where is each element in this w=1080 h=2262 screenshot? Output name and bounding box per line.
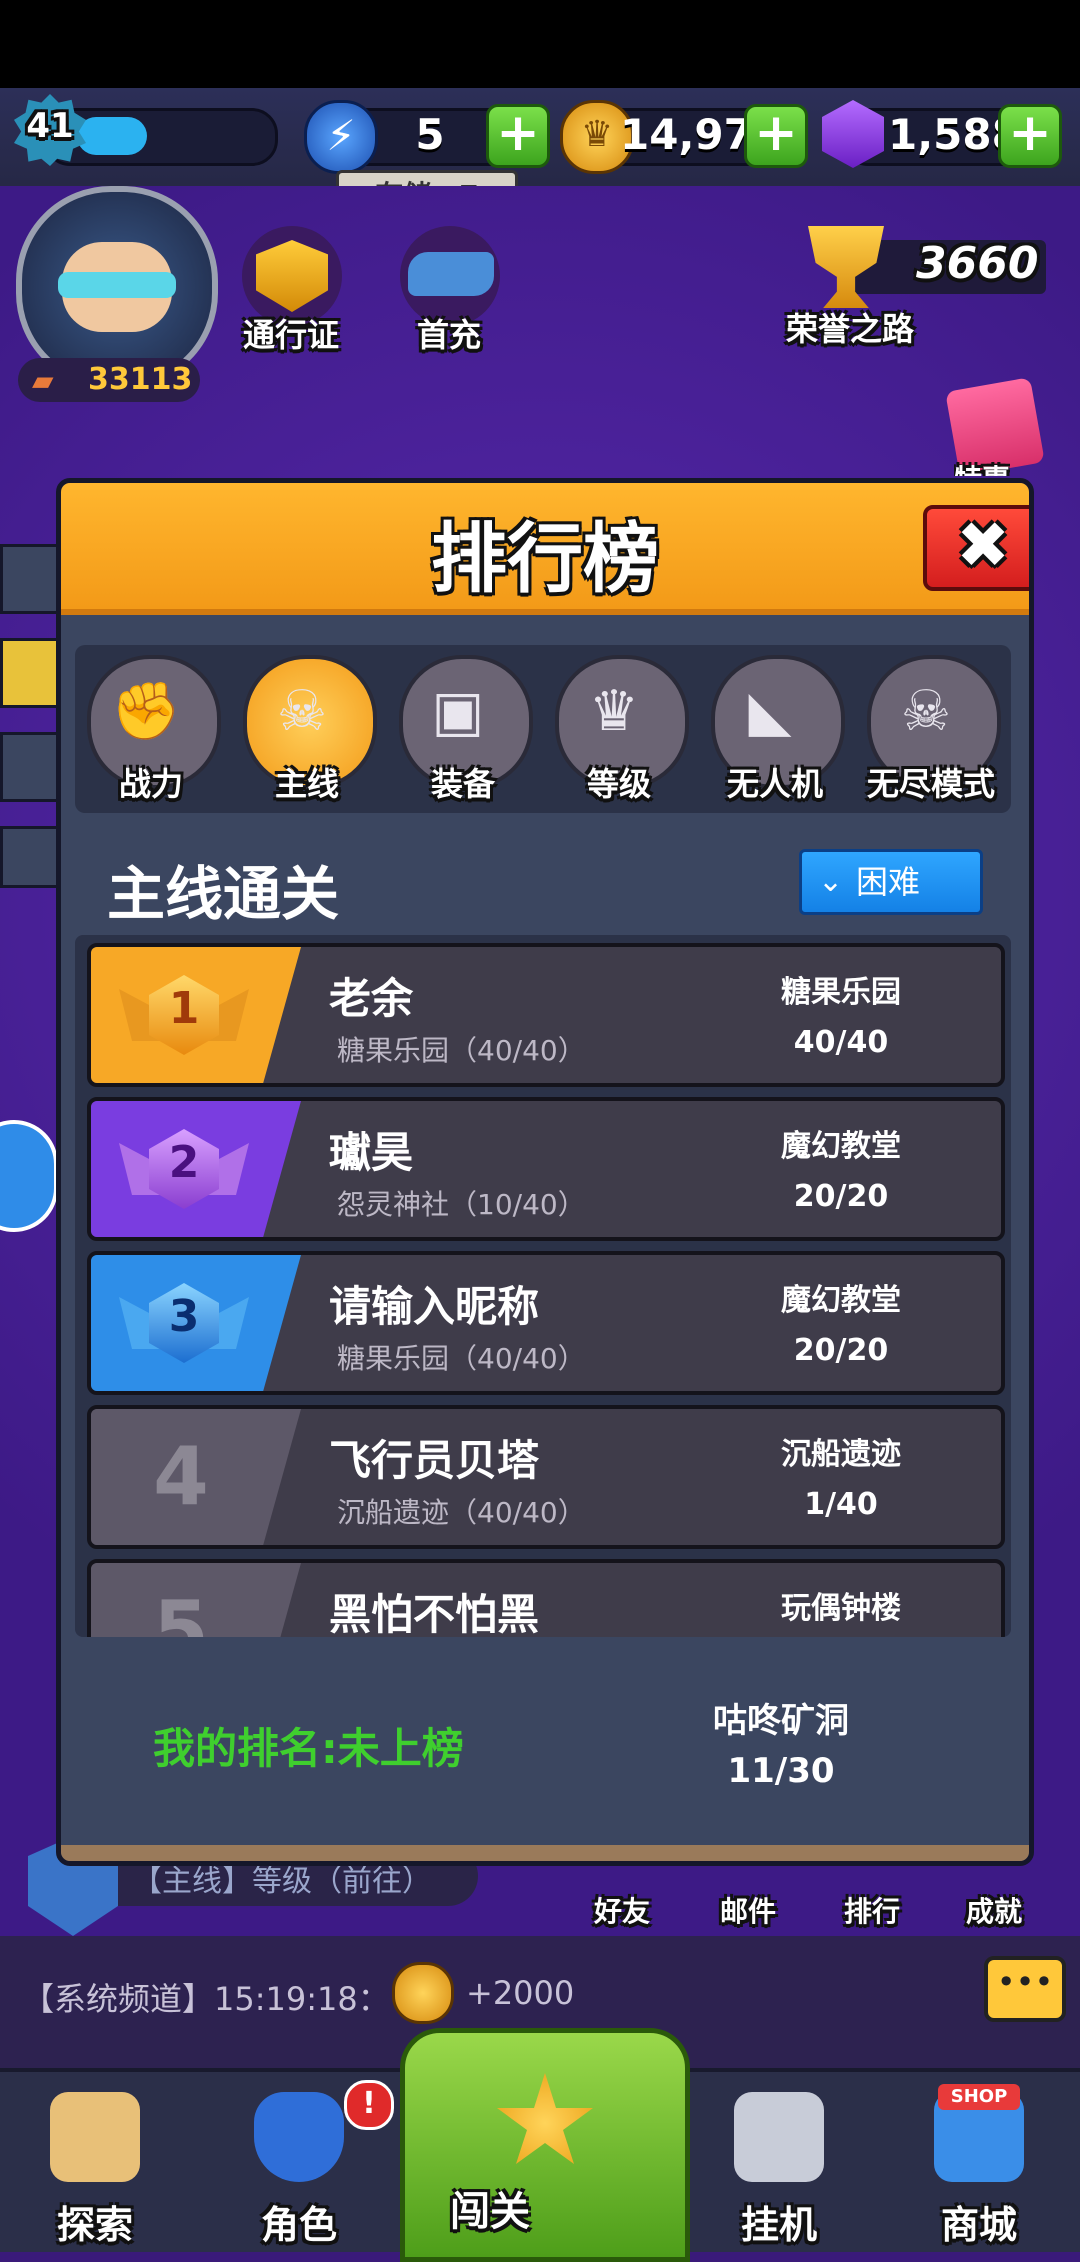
fist-icon: ✊	[111, 679, 181, 744]
horned-skull-icon: ☠	[900, 679, 952, 744]
wing-icon: ◣	[748, 679, 792, 744]
rank-label[interactable]: 排行	[844, 1890, 900, 1930]
power-pill: ▰ 33113	[18, 358, 200, 402]
power-value: 33113	[88, 362, 193, 397]
player-progress: 怨灵神社（10/40）	[337, 1188, 586, 1221]
stage-name: 玩偶钟楼	[781, 1591, 901, 1626]
difficulty-dropdown[interactable]: ⌄ 困难	[799, 849, 983, 915]
player-name: 飞行员贝塔	[329, 1436, 540, 1485]
difficulty-value: 困难	[856, 863, 921, 901]
map-icon	[50, 2092, 140, 2182]
stage-score: 20/20	[793, 1179, 889, 1214]
trophy-value: 3660	[916, 238, 1039, 289]
nav-idle[interactable]: 挂机	[684, 2092, 874, 2252]
gamepad-icon	[734, 2092, 824, 2182]
character-shield-icon	[254, 2092, 344, 2182]
stage-score: 20/20	[793, 1333, 889, 1368]
lightning-icon: ⚡	[304, 100, 378, 174]
my-stage-name: 咕咚矿洞	[713, 1701, 849, 1741]
close-icon: ✖	[956, 509, 1010, 583]
player-progress: 糖果乐园（40/40）	[337, 1342, 586, 1375]
nav-character[interactable]: ! 角色	[204, 2080, 394, 2252]
tab-drone[interactable]: ◣ 无人机	[707, 651, 845, 807]
player-name: 黑怕不怕黑	[329, 1590, 540, 1637]
rank-medal-blue-icon: 3	[119, 1277, 249, 1369]
player-progress: 沉船遗迹（40/40）	[337, 1496, 586, 1529]
tab-equipment[interactable]: ▣ 装备	[395, 651, 533, 807]
modal-header: 排行榜 ✖	[61, 483, 1029, 615]
player-name: 瓛昊	[329, 1128, 414, 1177]
add-energy-button[interactable]: +	[486, 104, 550, 168]
mail-label[interactable]: 邮件	[720, 1890, 776, 1930]
status-bar	[0, 0, 1080, 88]
nav-shop[interactable]: SHOP 商城	[884, 2084, 1074, 2252]
tab-level[interactable]: ♛ 等级	[551, 651, 689, 807]
category-tabs: ✊ 战力 ☠ 主线 ▣ 装备 ♛ 等级 ◣ 无人机 ☠ 无尽模式	[75, 645, 1011, 813]
table-row[interactable]: 3 请输入昵称 糖果乐园（40/40） 魔幻教堂 20/20	[87, 1251, 1005, 1395]
shop-badge: SHOP	[938, 2084, 1020, 2110]
rank-medal-purple-icon: 2	[119, 1123, 249, 1215]
rank-medal-gold-icon: 1	[119, 969, 249, 1061]
alert-badge-icon: !	[344, 2080, 394, 2130]
chat-channel: 【系统频道】15:19:18：	[22, 1980, 390, 2018]
modal-bottom-edge	[61, 1845, 1029, 1861]
stage-score: 1/40	[804, 1487, 878, 1522]
nav-stage[interactable]: 闯关	[400, 2028, 690, 2262]
leaderboard-modal: 排行榜 ✖ ✊ 战力 ☠ 主线 ▣ 装备 ♛ 等级 ◣ 无人机 ☠ 无尽模式 主…	[56, 478, 1034, 1866]
player-progress: 糖果乐园（40/40）	[337, 1034, 586, 1067]
gold-coin-icon	[392, 1962, 454, 2024]
drone-icon	[408, 252, 494, 296]
chevron-down-icon: ⌄	[818, 864, 844, 899]
tab-endless[interactable]: ☠ 无尽模式	[863, 651, 1001, 807]
stage-name: 魔幻教堂	[781, 1283, 901, 1318]
tab-power[interactable]: ✊ 战力	[83, 651, 221, 807]
star-skull-icon	[497, 2073, 593, 2164]
first-recharge-button[interactable]: 首充	[386, 226, 512, 354]
energy-value: 5	[415, 110, 445, 159]
shop-icon: SHOP	[934, 2084, 1024, 2182]
level-text: 41	[26, 106, 74, 146]
chat-reward: +2000	[466, 1974, 575, 2012]
special-offer-label: 特惠	[954, 458, 1010, 476]
close-button[interactable]: ✖	[923, 505, 1029, 591]
chat-bubble-icon[interactable]: •••	[984, 1956, 1066, 2022]
nav-explore[interactable]: 探索	[0, 2092, 190, 2252]
player-name: 请输入昵称	[329, 1282, 540, 1331]
ranking-list[interactable]: 1 老余 糖果乐园（40/40） 糖果乐园 40/40 2 瓛昊 怨灵神社（10…	[75, 935, 1011, 1637]
backpack-icon: ▣	[431, 679, 485, 744]
stage-name: 魔幻教堂	[781, 1129, 901, 1164]
stage-name: 沉船遗迹	[781, 1437, 901, 1472]
crown-badge-icon: ♛	[588, 679, 640, 744]
honor-road-label: 荣誉之路	[786, 310, 915, 348]
stage-name: 糖果乐园	[781, 975, 901, 1010]
stage-score: 40/40	[793, 1025, 889, 1060]
rank-number: 4	[153, 1430, 209, 1523]
table-row[interactable]: 5 黑怕不怕黑 玩偶钟楼	[87, 1559, 1005, 1637]
my-stage-score: 11/30	[727, 1751, 835, 1791]
friends-label[interactable]: 好友	[594, 1890, 650, 1930]
add-gold-button[interactable]: +	[744, 104, 808, 168]
bottom-nav: 探索 ! 角色 闯关 挂机 SHOP 商城	[0, 2028, 1080, 2262]
skull-badge-icon: ☠	[276, 679, 328, 744]
honor-road-button[interactable]: 3660 荣誉之路	[786, 220, 1060, 350]
resource-bar: 41 ⚡ 5 + ♛ 14,970 + 1,588 +	[0, 88, 1080, 186]
my-rank-text: 我的排名:未上榜	[153, 1724, 464, 1773]
achievement-label[interactable]: 成就	[966, 1890, 1022, 1930]
table-row[interactable]: 1 老余 糖果乐园（40/40） 糖果乐园 40/40	[87, 943, 1005, 1087]
section-title: 主线通关	[107, 860, 340, 928]
bullet-icon: ▰	[32, 364, 54, 397]
rank-number: 5	[153, 1584, 209, 1637]
first-recharge-label: 首充	[416, 316, 481, 354]
table-row[interactable]: 2 瓛昊 怨灵神社（10/40） 魔幻教堂 20/20	[87, 1097, 1005, 1241]
table-row[interactable]: 4 飞行员贝塔 沉船遗迹（40/40） 沉船遗迹 1/40	[87, 1405, 1005, 1549]
pass-button[interactable]: 通行证	[228, 226, 354, 354]
friend-float-icon[interactable]	[0, 1120, 58, 1232]
modal-title: 排行榜	[431, 514, 659, 603]
pass-label: 通行证	[242, 316, 339, 354]
tab-mainline[interactable]: ☠ 主线	[239, 651, 377, 807]
add-gem-button[interactable]: +	[998, 104, 1062, 168]
player-name: 老余	[329, 974, 414, 1023]
